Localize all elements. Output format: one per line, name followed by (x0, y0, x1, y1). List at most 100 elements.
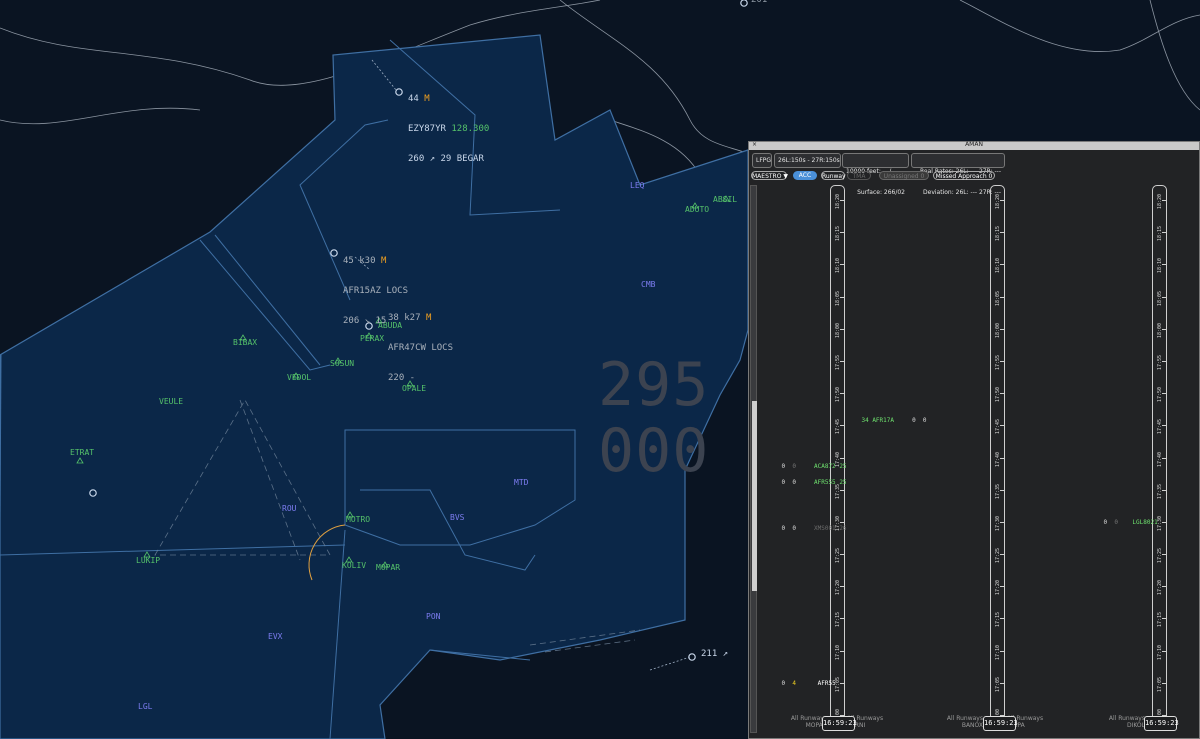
vor-label: EVX (268, 632, 283, 641)
vor-label: LEQ (630, 181, 645, 190)
track-flag: M (424, 94, 430, 104)
track-altitude: 44 (408, 94, 419, 104)
ladder-tick (1000, 586, 1004, 588)
ladder-time-label: 18:20 (1157, 194, 1163, 210)
ladder-time-label: 18:10 (995, 258, 1001, 274)
flight-seq: 0 (1103, 519, 1108, 526)
ladder-tick (1162, 328, 1166, 330)
surface-line: Surface: 266/02 (857, 189, 905, 196)
scroll-thumb[interactable] (752, 401, 757, 591)
ladder-tick (1162, 682, 1166, 684)
flight-seq: 0 (781, 463, 786, 470)
ladder-time-label: 17:20 (835, 580, 841, 596)
ladder-time-label: 17:15 (995, 612, 1001, 628)
ladder-tick (1162, 489, 1166, 491)
ladder-tick (1162, 650, 1166, 652)
flight-delay: 4 (792, 680, 796, 687)
ladder-tick (1000, 425, 1004, 427)
track-altitude: 45 k30 (343, 256, 376, 266)
flight-callsign: AFR555 (814, 479, 836, 486)
ladder-time-label: 18:20 (835, 194, 841, 210)
footer-runways: All Runways (1108, 715, 1145, 722)
flight-callsign: XMS001 (814, 525, 836, 532)
aman-titlebar[interactable]: × AMAN (749, 141, 1199, 150)
waypoint-label: SOSUN (330, 359, 355, 368)
ladder-tick (1162, 393, 1166, 395)
airport-selector[interactable]: LFPG (752, 153, 772, 168)
track-label[interactable]: 38 k27 M AFR47CW LOCS 220 - (388, 293, 453, 393)
ladder-tick (1000, 650, 1004, 652)
runway-rates[interactable]: 26L:150s - 27R:150s (774, 153, 841, 168)
ladder-tick (840, 650, 844, 652)
ladder-tick (1162, 200, 1166, 201)
ladder-tick (1000, 489, 1004, 491)
clock: 16:59:23 (822, 716, 857, 731)
waypoint-label: ABSIL (713, 195, 738, 204)
track-label[interactable]: 44 M EZY87YR 128.300 260 ↗ 29 BEGAR (408, 74, 489, 174)
waypoint-label: ADUTO (685, 205, 710, 214)
ladder-tick (1162, 586, 1166, 588)
ladder-tick (1000, 618, 1004, 620)
rates-panel: Real Rates: 26L: --- 27R: --- Deviation:… (911, 153, 1005, 196)
deviation: Deviation: 26L: --- 27R: --- (923, 189, 1001, 196)
track-speed-heading: 260 ↗ 29 BEGAR (408, 154, 484, 164)
ladder-tick (1000, 457, 1004, 459)
aman-flight[interactable]: 0 0 LGL8021 (1089, 512, 1158, 533)
runway-button[interactable]: Runway (821, 171, 846, 180)
ladder-tick (840, 200, 844, 201)
altitude-wind: 10000 feet: ---/--- Surface: 266/02 (842, 153, 909, 196)
ladder-tick (840, 328, 844, 330)
tma-button[interactable]: TMA (847, 171, 871, 180)
close-icon[interactable]: × (752, 141, 757, 148)
clock: 16:59:23 (1144, 716, 1179, 731)
ladder-tick (840, 586, 844, 588)
waypoint-label: BIBAX (233, 338, 258, 347)
ladder-time-label: 18:15 (995, 226, 1001, 242)
acc-button[interactable]: ACC (793, 171, 817, 180)
ladder-time-label: 18:10 (835, 258, 841, 274)
ladder-time-label: 17:10 (835, 644, 841, 660)
ladder-time-label: 17:05 (1157, 676, 1163, 692)
ladder-tick (1162, 618, 1166, 620)
ladder-time-label: 17:05 (995, 676, 1001, 692)
ladder-time-label: 17:10 (995, 644, 1001, 660)
track-callsign: EZY87YR (408, 124, 446, 134)
track-label[interactable]: 201 (751, 0, 767, 5)
flight-callsign: LGL8021 (1132, 519, 1158, 526)
aman-flight[interactable]: 0 0 XMS001 26 (767, 518, 846, 539)
ladder-tick (1000, 232, 1004, 234)
aman-flight[interactable]: 0 0 AFR555 25 (767, 472, 846, 493)
ladder-tick (840, 296, 844, 298)
track-label[interactable]: 211 ↗ (701, 649, 728, 659)
waypoint-label: ETRAT (70, 448, 95, 457)
footer-runways: All Runways (790, 715, 827, 722)
ladder-tick (840, 425, 844, 427)
ladder-time-label: 17:55 (1157, 354, 1163, 370)
vor-label: CMB (641, 280, 656, 289)
aman-flight[interactable]: 34 AFR17A 0 0 (847, 410, 926, 431)
flight-delay: 0 (792, 525, 796, 532)
ladder-time-label: 17:50 (995, 387, 1001, 403)
aman-flight[interactable]: 0 4 AFR55 (767, 673, 835, 694)
timeline-scrollbar[interactable] (750, 185, 757, 733)
maestro-dropdown[interactable]: MAESTRO ▼ (751, 171, 788, 180)
ladder-tick (1162, 521, 1166, 523)
ladder-time-label: 17:20 (1157, 580, 1163, 596)
waypoint-label: MOTRO (346, 515, 371, 524)
missed-approach-button[interactable]: Missed Approach 0 (933, 171, 995, 180)
ladder-tick (1000, 200, 1004, 201)
track-flag: M (380, 256, 387, 266)
footer-fix: DIKOL (1126, 722, 1145, 729)
clock: 16:59:23 (983, 716, 1018, 731)
ladder-tick (840, 360, 844, 362)
ladder-tick (840, 232, 844, 234)
ladder-tick (1000, 264, 1004, 266)
aman-window[interactable]: × AMAN LFPG 26L:150s - 27R:150s 10000 fe… (748, 141, 1200, 739)
ladder-time-label: 17:55 (835, 354, 841, 370)
ladder-tick (1000, 682, 1004, 684)
unassigned-button[interactable]: Unassigned 0 (879, 171, 929, 180)
footer-runways: All Runways (946, 715, 983, 722)
flight-seq: 0 (781, 680, 786, 687)
ladder-time-label: 18:05 (995, 290, 1001, 306)
ladder-tick (840, 682, 844, 684)
